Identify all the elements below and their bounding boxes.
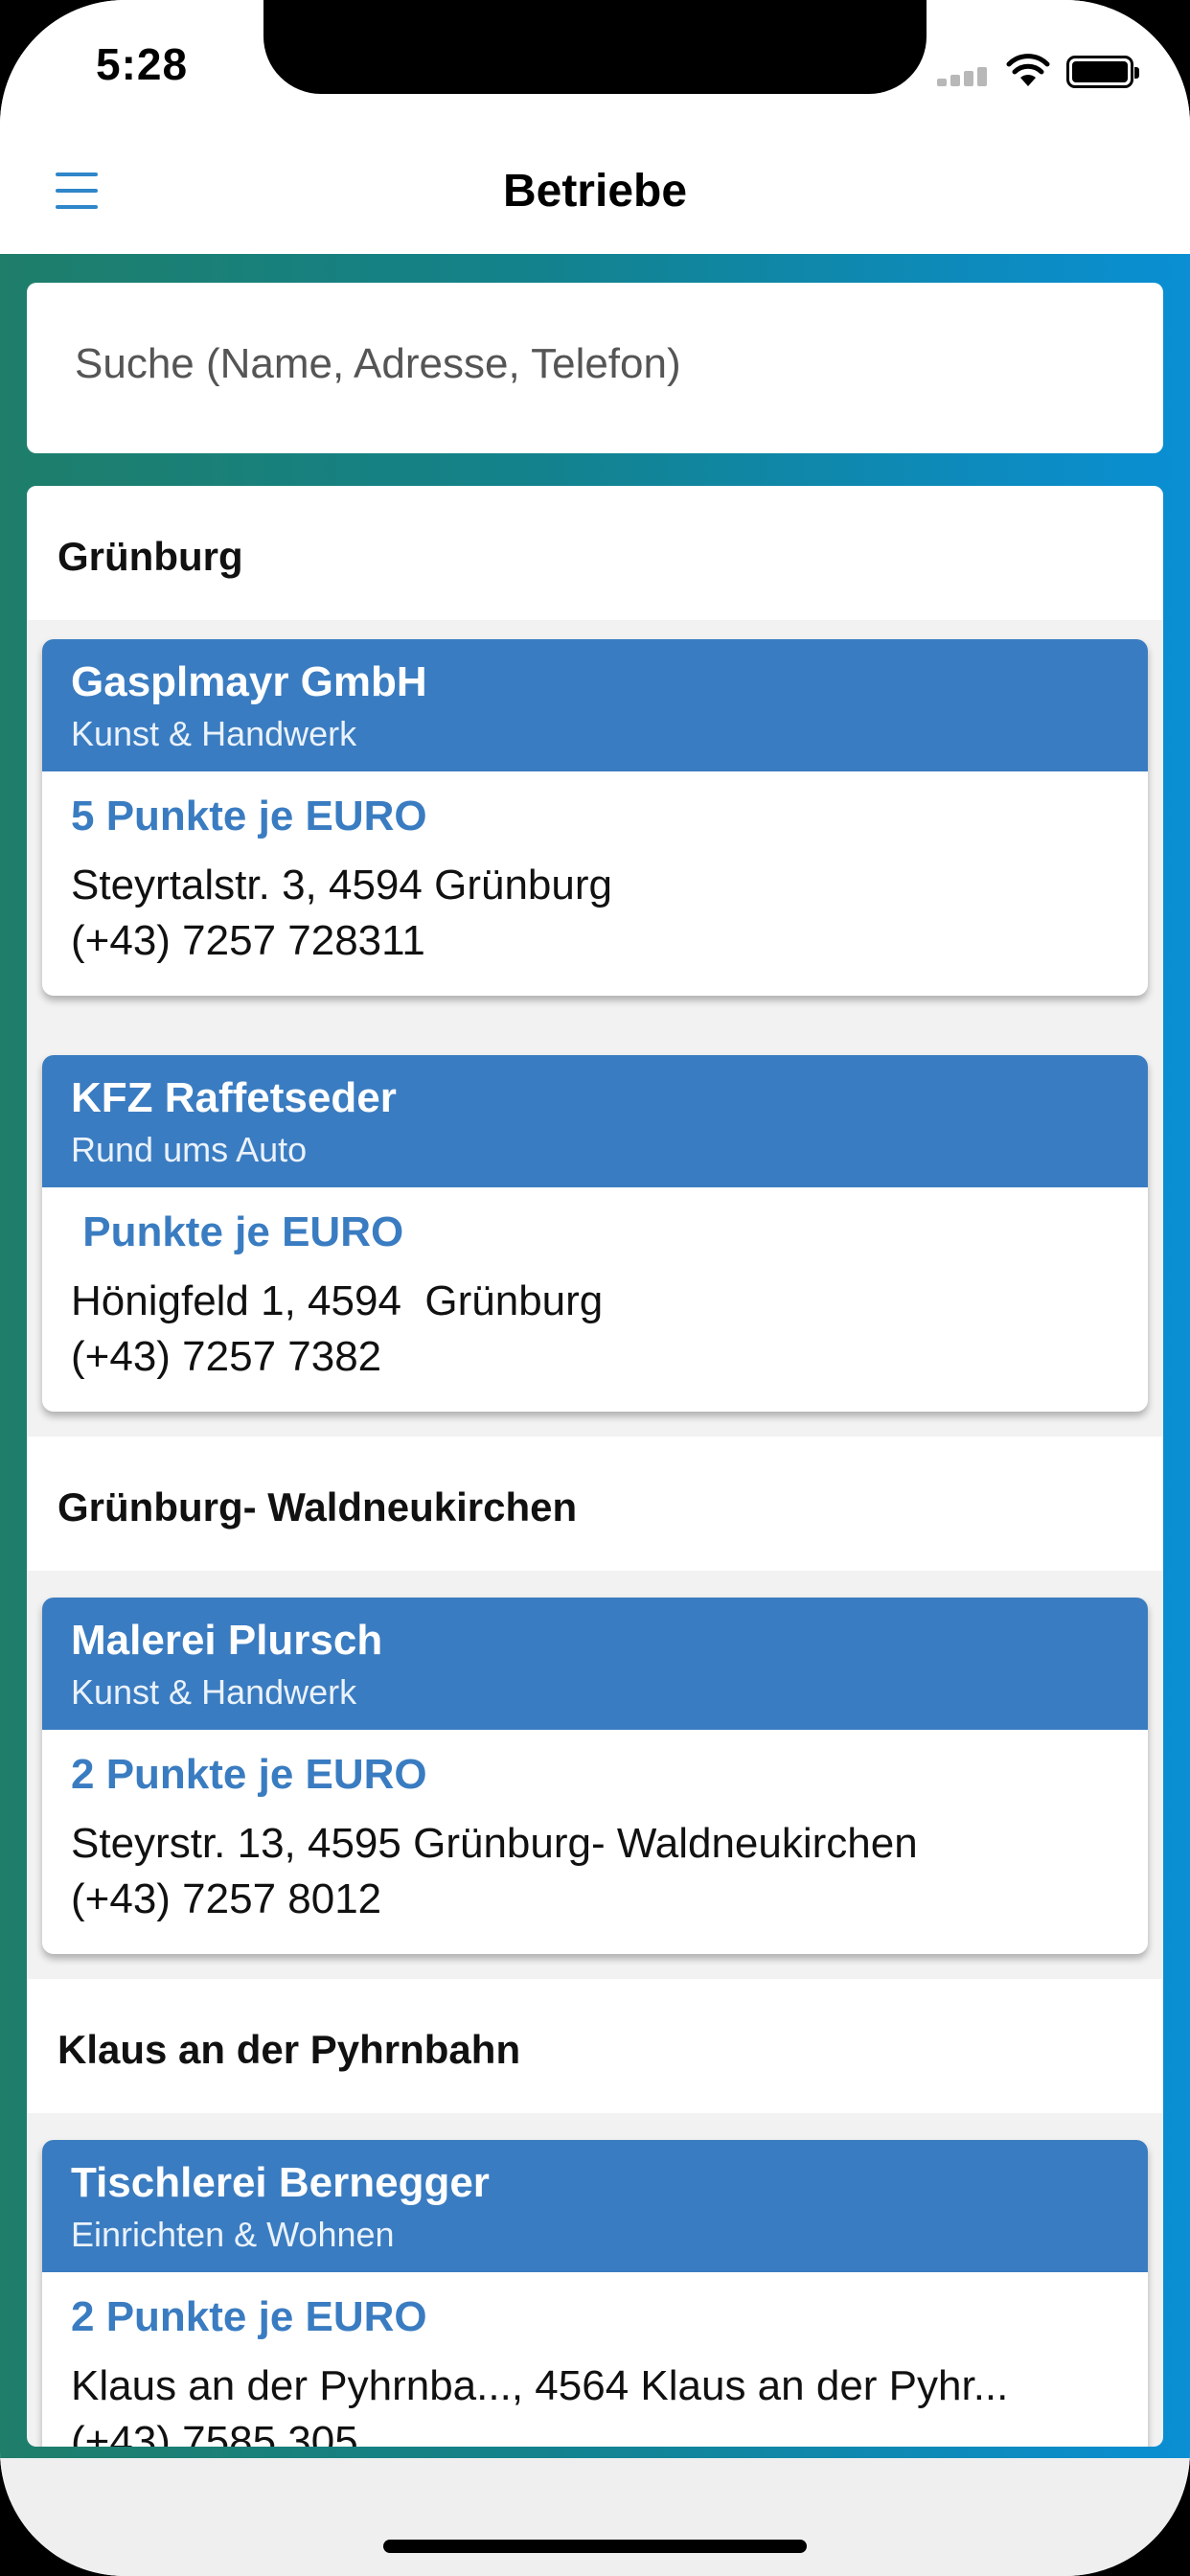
business-phone: (+43) 7257 7382 [71,1333,382,1380]
business-category: Kunst & Handwerk [71,1672,357,1712]
business-address: Klaus an der Pyhrnba..., 4564 Klaus an d… [71,2362,1009,2409]
business-phone: (+43) 7257 8012 [71,1875,382,1922]
home-bar-area [0,2458,1190,2576]
main-content: Suche (Name, Adresse, Telefon) Grünburg … [0,254,1190,2458]
card-header: KFZ Raffetseder Rund ums Auto [42,1055,1148,1187]
business-category: Einrichten & Wohnen [71,2215,395,2254]
group-header: Klaus an der Pyhrnbahn [27,1979,1163,2113]
search-placeholder: Suche (Name, Adresse, Telefon) [75,340,681,387]
home-indicator[interactable] [383,2540,807,2553]
business-name: Gasplmayr GmbH [71,658,427,705]
page-title: Betriebe [502,166,688,217]
card-header: Malerei Plursch Kunst & Handwerk [42,1598,1148,1730]
group-header: Grünburg [27,486,1163,620]
navbar: Betriebe [0,144,1190,254]
signal-icon [937,65,995,86]
business-category: Rund ums Auto [71,1130,308,1169]
business-name: KFZ Raffetseder [71,1074,397,1121]
group-title: Klaus an der Pyhrnbahn [57,2027,521,2072]
card-header: Gasplmayr GmbH Kunst & Handwerk [42,639,1148,771]
group-header: Grünburg- Waldneukirchen [27,1437,1163,1571]
business-phone: (+43) 7585 305 [71,2418,358,2447]
business-name: Malerei Plursch [71,1617,383,1664]
search-input[interactable]: Suche (Name, Adresse, Telefon) [27,283,1163,453]
status-bar: 5:28 [0,0,1190,144]
business-points: Punkte je EURO [71,1208,404,1255]
group-title: Grünburg- Waldneukirchen [57,1484,578,1530]
battery-icon [1066,56,1139,88]
status-time: 5:28 [96,39,189,89]
business-address: Steyrstr. 13, 4595 Grünburg- Waldneukirc… [71,1820,918,1867]
group-title: Grünburg [57,534,243,579]
wifi-icon [1006,54,1050,86]
business-points: 2 Punkte je EURO [71,1751,427,1798]
business-category: Kunst & Handwerk [71,714,357,753]
business-card[interactable]: KFZ Raffetseder Rund ums Auto Punkte je … [42,1055,1148,1412]
business-card[interactable]: Gasplmayr GmbH Kunst & Handwerk 5 Punkte… [42,639,1148,996]
business-card[interactable]: Malerei Plursch Kunst & Handwerk 2 Punkt… [42,1598,1148,1954]
business-list[interactable]: Grünburg Gasplmayr GmbH Kunst & Handwerk… [27,486,1163,2447]
device-notch [263,0,927,94]
phone-screen: 5:28 Betriebe Suche (Name, Adresse, Tele… [0,0,1190,2576]
business-points: 5 Punkte je EURO [71,793,427,840]
business-card[interactable]: Tischlerei Bernegger Einrichten & Wohnen… [42,2140,1148,2447]
business-points: 2 Punkte je EURO [71,2293,427,2340]
business-name: Tischlerei Bernegger [71,2159,490,2206]
business-address: Hönigfeld 1, 4594 Grünburg [71,1277,604,1324]
business-address: Steyrtalstr. 3, 4594 Grünburg [71,862,612,908]
card-header: Tischlerei Bernegger Einrichten & Wohnen [42,2140,1148,2272]
business-phone: (+43) 7257 728311 [71,917,425,964]
